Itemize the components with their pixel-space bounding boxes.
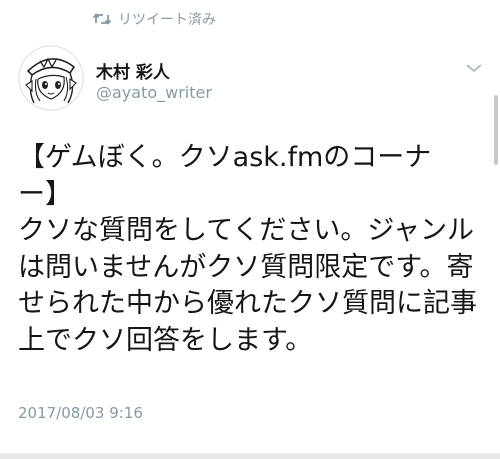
author-handle[interactable]: @ayato_writer [96,83,212,102]
avatar[interactable] [18,45,84,111]
tweet-text: 【ゲムぼく。クソask.fmのコーナー】 クソな質問をしてください。ジャンルは問… [18,142,477,356]
author-name[interactable]: 木村 彩人 [96,58,170,83]
tweet-timestamp[interactable]: 2017/08/03 9:16 [18,404,143,422]
anime-character-avatar-icon [18,45,84,111]
scrollbar[interactable] [494,95,498,165]
retweet-label: リツイート済み [118,12,216,28]
card-bottom-edge [0,453,500,459]
retweet-indicator[interactable]: リツイート済み [93,8,216,30]
retweet-icon [93,12,111,26]
tweet-card: リツイート済み 木村 彩人 @ayato_writer 【ゲムぼく。クソask.… [0,0,500,459]
chevron-down-icon[interactable] [465,60,483,74]
